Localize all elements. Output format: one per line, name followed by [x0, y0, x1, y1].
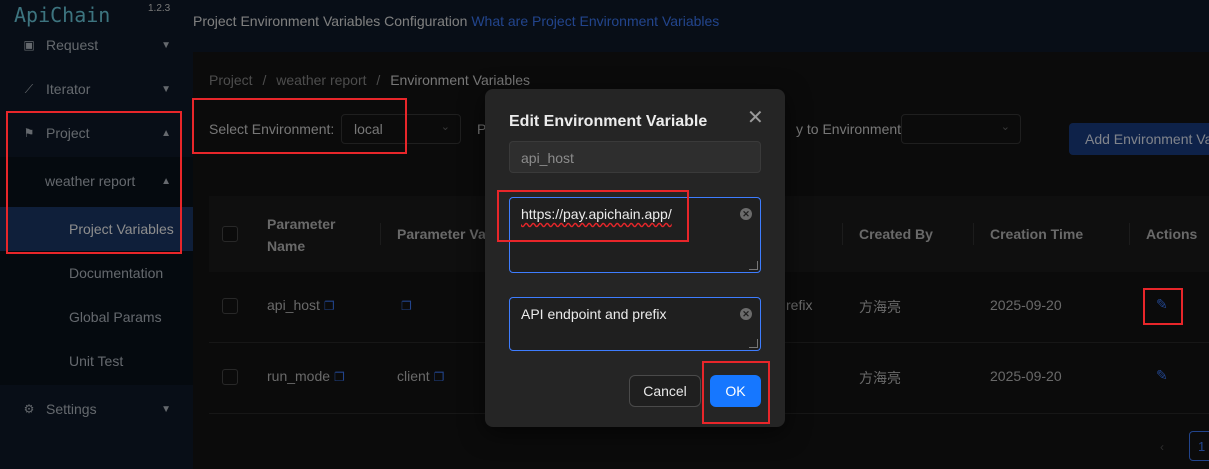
annotation-box: [192, 98, 407, 154]
resize-handle[interactable]: [749, 261, 758, 270]
annotation-box: [497, 190, 689, 242]
annotation-box: [1143, 288, 1183, 325]
close-icon[interactable]: ✕: [747, 105, 764, 130]
variable-remark-textarea[interactable]: API endpoint and prefix ✕: [509, 297, 761, 351]
variable-name-field: api_host: [509, 141, 761, 173]
annotation-box: [6, 111, 182, 254]
variable-name-value: api_host: [521, 150, 574, 166]
cancel-button[interactable]: Cancel: [629, 375, 701, 407]
variable-remark-text: API endpoint and prefix: [521, 306, 667, 322]
clear-icon[interactable]: ✕: [740, 308, 752, 320]
resize-handle[interactable]: [749, 339, 758, 348]
annotation-box: [702, 361, 770, 424]
clear-icon[interactable]: ✕: [740, 208, 752, 220]
dialog-title: Edit Environment Variable: [509, 113, 708, 130]
